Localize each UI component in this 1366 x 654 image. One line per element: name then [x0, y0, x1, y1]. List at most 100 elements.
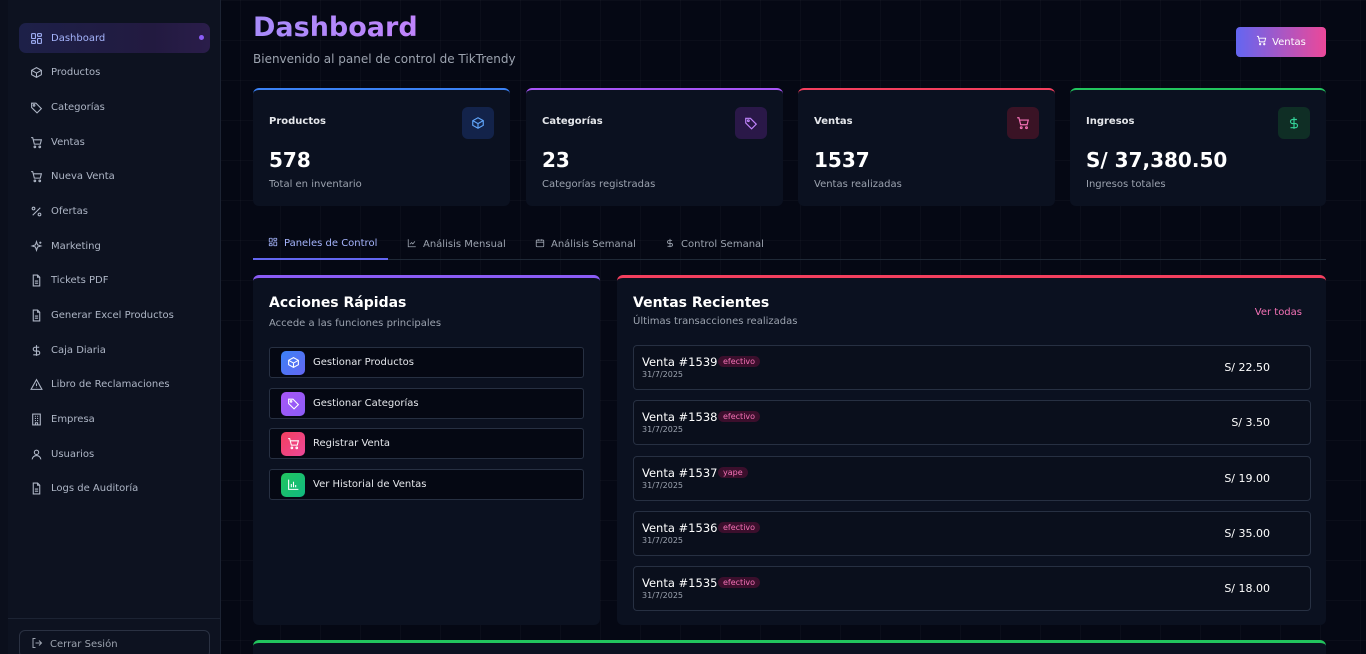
stat-value: 23: [542, 148, 570, 172]
sidebar-item-label: Categorías: [51, 101, 105, 113]
sale-date: 31/7/2025: [642, 536, 684, 545]
sale-amount: S/ 18.00: [1224, 582, 1270, 595]
sidebar-item-empresa[interactable]: Empresa: [19, 405, 210, 435]
stat-label: Productos: [269, 116, 326, 127]
sale-amount: S/ 22.50: [1224, 361, 1270, 374]
sale-row[interactable]: Venta #1536 efectivo 31/7/2025 S/ 35.00: [633, 511, 1311, 556]
sidebar-item-label: Marketing: [51, 240, 101, 252]
action-label: Gestionar Categorías: [313, 398, 419, 409]
sale-date: 31/7/2025: [642, 481, 684, 490]
ver-todas-link[interactable]: Ver todas: [1255, 307, 1302, 318]
recent-sales-panel: Ventas Recientes Últimas transacciones r…: [617, 275, 1326, 625]
sidebar-item-logs-auditoria[interactable]: Logs de Auditoría: [19, 474, 210, 504]
tab-label: Análisis Mensual: [423, 239, 506, 250]
tab-analisis-mensual[interactable]: Análisis Mensual: [407, 229, 506, 260]
file-icon: [29, 274, 43, 288]
tab-paneles-de-control[interactable]: Paneles de Control: [253, 229, 388, 260]
box-icon: [462, 107, 494, 139]
alert-triangle-icon: [29, 378, 43, 392]
sidebar-item-libro-reclamaciones[interactable]: Libro de Reclamaciones: [19, 370, 210, 400]
quick-actions-panel: Acciones Rápidas Accede a las funciones …: [253, 275, 600, 625]
sale-id: Venta #1538: [642, 410, 718, 424]
sidebar-item-label: Dashboard: [51, 32, 106, 44]
tab-analisis-semanal[interactable]: Análisis Semanal: [535, 229, 636, 260]
stat-desc: Categorías registradas: [542, 179, 656, 190]
dollar-icon: [665, 238, 681, 251]
logout-icon: [31, 637, 50, 652]
panel-title: Ventas Recientes: [633, 295, 770, 311]
building-icon: [29, 413, 43, 427]
sparkles-icon: [29, 239, 43, 253]
user-icon: [29, 447, 43, 461]
cart-icon: [29, 135, 43, 149]
sale-amount: S/ 19.00: [1224, 472, 1270, 485]
sidebar-item-tickets-pdf[interactable]: Tickets PDF: [19, 266, 210, 296]
sidebar-item-label: Productos: [51, 67, 101, 79]
box-icon: [29, 66, 43, 80]
sale-row[interactable]: Venta #1537 yape 31/7/2025 S/ 19.00: [633, 456, 1311, 501]
stat-card-categorias: Categorías 23 Categorías registradas: [526, 88, 783, 206]
stat-value: 578: [269, 148, 311, 172]
logout-label: Cerrar Sesión: [50, 638, 118, 650]
gestionar-categorias-button[interactable]: Gestionar Categorías: [269, 388, 584, 419]
payment-method-badge: efectivo: [718, 356, 761, 367]
tab-control-semanal[interactable]: Control Semanal: [665, 229, 764, 260]
sidebar-item-label: Tickets PDF: [51, 275, 109, 287]
sidebar-item-generar-excel[interactable]: Generar Excel Productos: [19, 301, 210, 331]
sale-date: 31/7/2025: [642, 425, 684, 434]
sale-row[interactable]: Venta #1535 efectivo 31/7/2025 S/ 18.00: [633, 566, 1311, 611]
payment-method-badge: efectivo: [718, 411, 761, 422]
sidebar-nav: Dashboard Productos Categorías Ventas Nu…: [19, 23, 210, 509]
active-indicator: [199, 35, 204, 40]
stat-label: Categorías: [542, 116, 603, 127]
file-icon: [29, 309, 43, 323]
sale-row[interactable]: Venta #1538 efectivo 31/7/2025 S/ 3.50: [633, 400, 1311, 445]
panel-subtitle: Accede a las funciones principales: [269, 318, 442, 329]
sidebar-item-nueva-venta[interactable]: Nueva Venta: [19, 162, 210, 192]
chart-line-icon: [407, 238, 423, 251]
tag-icon: [281, 391, 305, 416]
sidebar-item-ofertas[interactable]: Ofertas: [19, 196, 210, 226]
sale-date: 31/7/2025: [642, 591, 684, 600]
registrar-venta-button[interactable]: Registrar Venta: [269, 428, 584, 459]
sale-amount: S/ 3.50: [1231, 416, 1270, 429]
sidebar-item-ventas[interactable]: Ventas: [19, 127, 210, 157]
sidebar-item-productos[interactable]: Productos: [19, 58, 210, 88]
sidebar-item-caja-diaria[interactable]: Caja Diaria: [19, 335, 210, 365]
sidebar-item-label: Libro de Reclamaciones: [51, 379, 170, 391]
sidebar-item-categorias[interactable]: Categorías: [19, 92, 210, 122]
stat-label: Ventas: [814, 116, 853, 127]
sidebar-item-marketing[interactable]: Marketing: [19, 231, 210, 261]
main-content: Dashboard Bienvenido al panel de control…: [221, 0, 1366, 654]
cart-icon: [1007, 107, 1039, 139]
sidebar-item-label: Generar Excel Productos: [51, 310, 174, 321]
sidebar-item-dashboard[interactable]: Dashboard: [19, 23, 210, 53]
file-icon: [29, 482, 43, 496]
gestionar-productos-button[interactable]: Gestionar Productos: [269, 347, 584, 378]
box-icon: [281, 350, 305, 375]
calendar-icon: [535, 238, 551, 251]
sale-row[interactable]: Venta #1539 efectivo 31/7/2025 S/ 22.50: [633, 345, 1311, 390]
ver-historial-ventas-button[interactable]: Ver Historial de Ventas: [269, 469, 584, 500]
stat-desc: Ingresos totales: [1086, 179, 1166, 190]
page-subtitle: Bienvenido al panel de control de TikTre…: [253, 52, 516, 66]
next-section-panel: [253, 640, 1326, 654]
logout-button[interactable]: Cerrar Sesión: [19, 630, 210, 654]
sidebar-item-usuarios[interactable]: Usuarios: [19, 439, 210, 469]
stat-card-ventas: Ventas 1537 Ventas realizadas: [798, 88, 1055, 206]
sale-amount: S/ 35.00: [1224, 527, 1270, 540]
sidebar-item-label: Usuarios: [51, 448, 95, 460]
tag-icon: [29, 100, 43, 114]
cart-icon: [281, 431, 305, 456]
sidebar-item-label: Logs de Auditoría: [51, 483, 139, 495]
window-edge: [0, 0, 8, 654]
grid-icon: [29, 31, 43, 45]
panel-subtitle: Últimas transacciones realizadas: [633, 316, 798, 327]
panel-title: Acciones Rápidas: [269, 295, 407, 311]
sidebar-item-label: Empresa: [51, 414, 95, 426]
payment-method-badge: efectivo: [718, 577, 761, 588]
ventas-button[interactable]: Ventas: [1236, 27, 1326, 57]
grid-icon: [268, 237, 284, 250]
tab-label: Control Semanal: [681, 239, 764, 250]
stat-label: Ingresos: [1086, 116, 1135, 127]
